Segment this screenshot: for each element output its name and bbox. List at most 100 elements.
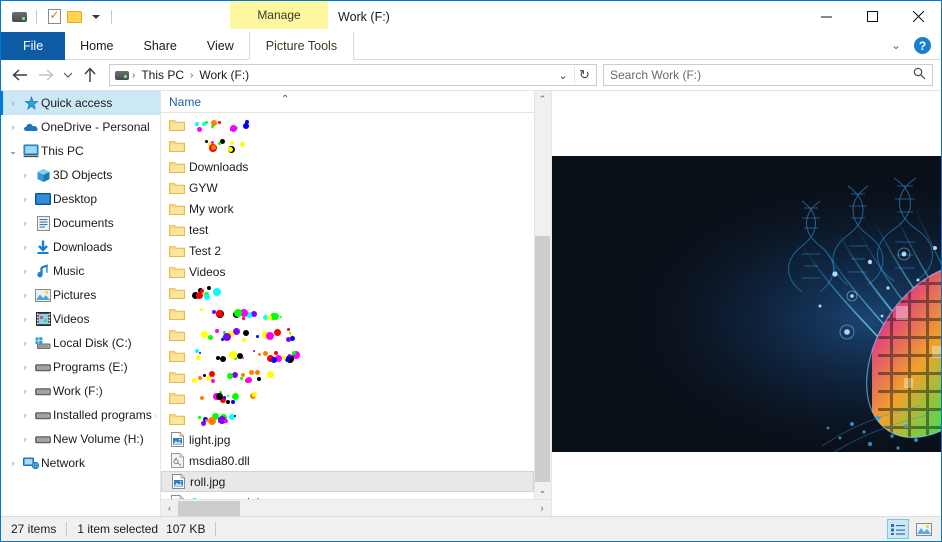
expand-chevron-icon[interactable]: › <box>5 98 21 108</box>
file-list-row[interactable]: test <box>161 219 534 240</box>
expand-chevron-icon[interactable]: › <box>17 386 33 396</box>
tab-file[interactable]: File <box>1 32 66 60</box>
sidebar-item-documents[interactable]: › Documents <box>1 211 160 235</box>
sidebar-item-work-f[interactable]: › Work (F:) <box>1 379 160 403</box>
properties-icon[interactable] <box>44 7 64 27</box>
expand-chevron-icon[interactable]: › <box>17 290 33 300</box>
expand-chevron-icon[interactable]: › <box>5 458 21 468</box>
address-dropdown-icon[interactable]: ⌄ <box>554 69 572 82</box>
large-icons-view-button[interactable] <box>913 519 935 539</box>
expand-chevron-icon[interactable]: › <box>17 266 33 276</box>
up-button[interactable] <box>77 62 103 88</box>
expand-chevron-icon[interactable]: › <box>17 170 33 180</box>
sidebar-item-new-volume-h[interactable]: › New Volume (H:) <box>1 427 160 451</box>
file-list-row[interactable] <box>161 345 534 366</box>
sidebar-item-music[interactable]: › Music <box>1 259 160 283</box>
scroll-right-icon[interactable]: › <box>534 503 551 513</box>
expand-chevron-icon[interactable]: › <box>17 410 33 420</box>
drive-icon <box>35 359 51 375</box>
close-button[interactable] <box>895 1 941 32</box>
search-input[interactable]: Search Work (F:) <box>603 64 933 86</box>
expand-chevron-icon[interactable]: › <box>5 122 21 132</box>
expand-chevron-icon[interactable]: › <box>17 218 33 228</box>
file-list-row[interactable] <box>161 135 534 156</box>
customize-dropdown-icon[interactable] <box>84 7 104 27</box>
vertical-scroll-track[interactable] <box>534 108 551 482</box>
new-folder-icon[interactable] <box>64 7 84 27</box>
file-list-row[interactable]: Videos <box>161 261 534 282</box>
sidebar-item-programs-e[interactable]: › Programs (E:) <box>1 355 160 379</box>
forward-button[interactable] <box>33 62 59 88</box>
file-list-row[interactable]: Test 2 <box>161 240 534 261</box>
recent-locations-dropdown[interactable] <box>59 62 77 88</box>
file-list-row[interactable]: txt <box>161 492 534 499</box>
sidebar-item-3d-objects[interactable]: › 3D Objects <box>1 163 160 187</box>
file-list-row[interactable] <box>161 303 534 324</box>
file-list-row[interactable]: GYW <box>161 177 534 198</box>
image-file-icon-wrap <box>170 474 190 490</box>
sidebar-item-pictures[interactable]: › Pictures <box>1 283 160 307</box>
vertical-scroll-thumb[interactable] <box>535 236 550 482</box>
tab-picture-tools[interactable]: Picture Tools <box>248 32 355 60</box>
horizontal-scroll-track[interactable] <box>178 500 534 517</box>
file-list-row[interactable] <box>161 324 534 345</box>
minimize-button[interactable] <box>803 1 849 32</box>
sidebar-item-downloads[interactable]: › Downloads <box>1 235 160 259</box>
file-list-row[interactable]: roll.jpg <box>161 471 534 492</box>
maximize-button[interactable] <box>849 1 895 32</box>
sidebar-item-installed-programs[interactable]: › Installed programs ( <box>1 403 160 427</box>
expand-chevron-icon[interactable]: › <box>17 194 33 204</box>
sidebar-item-videos[interactable]: › Videos <box>1 307 160 331</box>
documents-icon <box>35 215 51 231</box>
scroll-down-icon[interactable]: ⌄ <box>534 482 551 499</box>
file-list-vertical-scrollbar[interactable]: ⌃ ⌄ <box>533 91 551 499</box>
expand-chevron-icon[interactable]: › <box>17 362 33 372</box>
sidebar-item-desktop[interactable]: › Desktop <box>1 187 160 211</box>
sidebar-item-onedrive-personal[interactable]: › OneDrive - Personal <box>1 115 160 139</box>
file-list-row[interactable] <box>161 408 534 429</box>
expand-chevron-icon[interactable]: › <box>17 338 33 348</box>
tab-home[interactable]: Home <box>65 32 128 60</box>
search-icon[interactable] <box>913 67 926 83</box>
file-list-row[interactable]: My work <box>161 198 534 219</box>
scroll-left-icon[interactable]: ‹ <box>161 503 178 513</box>
drive-icon[interactable] <box>9 7 29 27</box>
file-list-row[interactable]: light.jpg <box>161 429 534 450</box>
file-list[interactable]: Downloads GYW My work test Test 2 Videos light… <box>161 113 534 499</box>
navigation-pane[interactable]: › Quick access › OneDrive - Personal ⌄ This P… <box>1 91 161 516</box>
sidebar-item-local-disk-c[interactable]: › Local Disk (C:) <box>1 331 160 355</box>
column-header-name[interactable]: Name ⌃ <box>161 91 534 113</box>
file-list-horizontal-scrollbar[interactable]: ‹ › <box>161 499 551 516</box>
file-list-row[interactable] <box>161 114 534 135</box>
expand-chevron-icon[interactable]: › <box>17 434 33 444</box>
file-list-row[interactable] <box>161 387 534 408</box>
dll-file-icon <box>169 453 185 469</box>
file-list-row[interactable]: Downloads <box>161 156 534 177</box>
details-view-button[interactable] <box>887 519 909 539</box>
expand-chevron-icon[interactable]: › <box>17 314 33 324</box>
sidebar-item-quick-access[interactable]: › Quick access <box>1 91 160 115</box>
breadcrumb-work-f[interactable]: Work (F:) <box>196 68 252 82</box>
music-icon <box>35 263 51 279</box>
tab-view[interactable]: View <box>192 32 249 60</box>
file-name-label <box>189 138 249 153</box>
refresh-icon[interactable]: ↻ <box>574 67 594 83</box>
file-list-row[interactable] <box>161 282 534 303</box>
pictures-icon <box>35 287 51 303</box>
chevron-down-icon[interactable]: ⌄ <box>888 38 904 54</box>
folder-icon-wrap <box>169 285 189 301</box>
horizontal-scroll-thumb[interactable] <box>178 500 240 516</box>
address-input[interactable]: › This PC › Work (F:) ⌄ ↻ <box>109 64 597 86</box>
help-icon[interactable]: ? <box>914 37 931 54</box>
collapse-chevron-icon[interactable]: ⌄ <box>5 146 21 156</box>
sidebar-item-network[interactable]: › Network <box>1 451 160 475</box>
tab-share[interactable]: Share <box>129 32 192 60</box>
back-button[interactable] <box>7 62 33 88</box>
computer-icon-wrap <box>21 143 41 159</box>
file-list-row[interactable]: msdia80.dll <box>161 450 534 471</box>
sidebar-item-this-pc[interactable]: ⌄ This PC <box>1 139 160 163</box>
scroll-up-icon[interactable]: ⌃ <box>534 91 551 108</box>
breadcrumb-this-pc[interactable]: This PC <box>138 68 187 82</box>
expand-chevron-icon[interactable]: › <box>17 242 33 252</box>
file-list-row[interactable] <box>161 366 534 387</box>
